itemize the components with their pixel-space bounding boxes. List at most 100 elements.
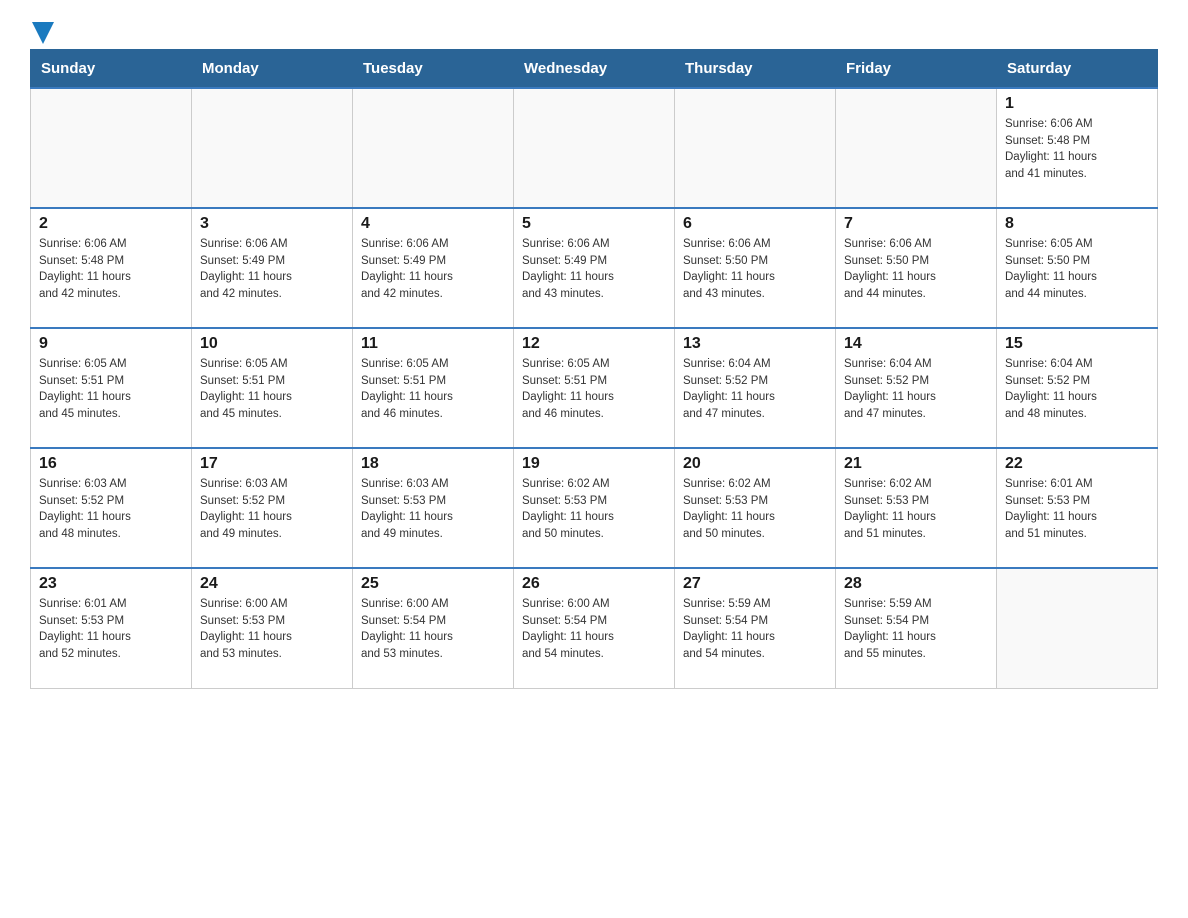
- calendar-cell: [514, 88, 675, 208]
- calendar-cell: [836, 88, 997, 208]
- day-number: 5: [522, 215, 666, 233]
- calendar-cell: 16Sunrise: 6:03 AM Sunset: 5:52 PM Dayli…: [31, 448, 192, 568]
- day-number: 7: [844, 215, 988, 233]
- day-number: 1: [1005, 95, 1149, 113]
- day-info: Sunrise: 6:00 AM Sunset: 5:54 PM Dayligh…: [522, 596, 666, 663]
- calendar-cell: 1 Sunrise: 6:06 AM Sunset: 5:48 PM Daylig…: [997, 88, 1158, 208]
- day-number: 25: [361, 575, 505, 593]
- calendar-cell: 12 Sunrise: 6:05 AM Sunset: 5:51 PM Dayli…: [514, 328, 675, 448]
- calendar-week-1: 1 Sunrise: 6:06 AM Sunset: 5:48 PM Daylig…: [31, 88, 1158, 208]
- day-number: 23: [39, 575, 183, 593]
- calendar-cell: 22 Sunrise: 6:01 AM Sunset: 5:53 PM Dayli…: [997, 448, 1158, 568]
- day-info: Sunrise: 6:04 AM Sunset: 5:52 PM Dayligh…: [1005, 356, 1149, 423]
- day-info: Sunrise: 6:02 AM Sunset: 5:53 PM Dayligh…: [522, 476, 666, 543]
- day-info: Sunrise: 6:03 AM Sunset: 5:53 PM Dayligh…: [361, 476, 505, 543]
- day-number: 22: [1005, 455, 1149, 473]
- day-info: Sunrise: 6:00 AM Sunset: 5:54 PM Dayligh…: [361, 596, 505, 663]
- calendar-body: 1 Sunrise: 6:06 AM Sunset: 5:48 PM Daylig…: [31, 88, 1158, 688]
- day-info: Sunrise: 6:00 AM Sunset: 5:53 PM Dayligh…: [200, 596, 344, 663]
- page-header: [30, 20, 1158, 39]
- header-wednesday: Wednesday: [514, 50, 675, 89]
- day-info: Sunrise: 6:05 AM Sunset: 5:51 PM Dayligh…: [361, 356, 505, 423]
- calendar-cell: 13 Sunrise: 6:04 AM Sunset: 5:52 PM Dayli…: [675, 328, 836, 448]
- calendar-cell: 10 Sunrise: 6:05 AM Sunset: 5:51 PM Dayli…: [192, 328, 353, 448]
- calendar-cell: 11 Sunrise: 6:05 AM Sunset: 5:51 PM Dayli…: [353, 328, 514, 448]
- calendar-cell: 18 Sunrise: 6:03 AM Sunset: 5:53 PM Dayli…: [353, 448, 514, 568]
- day-number: 15: [1005, 335, 1149, 353]
- day-number: 2: [39, 215, 183, 233]
- day-number: 20: [683, 455, 827, 473]
- day-info: Sunrise: 6:05 AM Sunset: 5:51 PM Dayligh…: [522, 356, 666, 423]
- logo: [30, 20, 54, 39]
- header-monday: Monday: [192, 50, 353, 89]
- calendar-cell: 9 Sunrise: 6:05 AM Sunset: 5:51 PM Daylig…: [31, 328, 192, 448]
- header-friday: Friday: [836, 50, 997, 89]
- day-number: 27: [683, 575, 827, 593]
- day-info: Sunrise: 6:04 AM Sunset: 5:52 PM Dayligh…: [683, 356, 827, 423]
- day-number: 10: [200, 335, 344, 353]
- day-info: Sunrise: 6:04 AM Sunset: 5:52 PM Dayligh…: [844, 356, 988, 423]
- day-number: 11: [361, 335, 505, 353]
- calendar-cell: 20 Sunrise: 6:02 AM Sunset: 5:53 PM Dayli…: [675, 448, 836, 568]
- day-info: Sunrise: 6:06 AM Sunset: 5:48 PM Dayligh…: [1005, 116, 1149, 183]
- day-number: 9: [39, 335, 183, 353]
- calendar-cell: 21Sunrise: 6:02 AM Sunset: 5:53 PM Dayli…: [836, 448, 997, 568]
- header-saturday: Saturday: [997, 50, 1158, 89]
- day-number: 4: [361, 215, 505, 233]
- day-number: 21: [844, 455, 988, 473]
- day-info: Sunrise: 5:59 AM Sunset: 5:54 PM Dayligh…: [844, 596, 988, 663]
- day-info: Sunrise: 6:06 AM Sunset: 5:50 PM Dayligh…: [683, 236, 827, 303]
- day-number: 14: [844, 335, 988, 353]
- day-info: Sunrise: 6:03 AM Sunset: 5:52 PM Dayligh…: [39, 476, 183, 543]
- day-info: Sunrise: 6:06 AM Sunset: 5:48 PM Dayligh…: [39, 236, 183, 303]
- header-sunday: Sunday: [31, 50, 192, 89]
- day-info: Sunrise: 6:06 AM Sunset: 5:49 PM Dayligh…: [522, 236, 666, 303]
- day-info: Sunrise: 6:01 AM Sunset: 5:53 PM Dayligh…: [1005, 476, 1149, 543]
- calendar-week-4: 16Sunrise: 6:03 AM Sunset: 5:52 PM Dayli…: [31, 448, 1158, 568]
- calendar-cell: 15 Sunrise: 6:04 AM Sunset: 5:52 PM Dayli…: [997, 328, 1158, 448]
- day-info: Sunrise: 6:06 AM Sunset: 5:49 PM Dayligh…: [200, 236, 344, 303]
- day-info: Sunrise: 6:05 AM Sunset: 5:50 PM Dayligh…: [1005, 236, 1149, 303]
- calendar-week-3: 9 Sunrise: 6:05 AM Sunset: 5:51 PM Daylig…: [31, 328, 1158, 448]
- header-thursday: Thursday: [675, 50, 836, 89]
- day-number: 17: [200, 455, 344, 473]
- day-info: Sunrise: 6:06 AM Sunset: 5:49 PM Dayligh…: [361, 236, 505, 303]
- calendar-cell: 28Sunrise: 5:59 AM Sunset: 5:54 PM Dayli…: [836, 568, 997, 688]
- calendar-cell: 23 Sunrise: 6:01 AM Sunset: 5:53 PM Dayli…: [31, 568, 192, 688]
- day-info: Sunrise: 6:01 AM Sunset: 5:53 PM Dayligh…: [39, 596, 183, 663]
- day-number: 13: [683, 335, 827, 353]
- calendar-cell: 26 Sunrise: 6:00 AM Sunset: 5:54 PM Dayli…: [514, 568, 675, 688]
- calendar-cell: 4 Sunrise: 6:06 AM Sunset: 5:49 PM Daylig…: [353, 208, 514, 328]
- calendar-cell: 6 Sunrise: 6:06 AM Sunset: 5:50 PM Daylig…: [675, 208, 836, 328]
- day-info: Sunrise: 5:59 AM Sunset: 5:54 PM Dayligh…: [683, 596, 827, 663]
- calendar-cell: 27 Sunrise: 5:59 AM Sunset: 5:54 PM Dayli…: [675, 568, 836, 688]
- calendar-table: SundayMondayTuesdayWednesdayThursdayFrid…: [30, 49, 1158, 689]
- day-number: 6: [683, 215, 827, 233]
- day-info: Sunrise: 6:03 AM Sunset: 5:52 PM Dayligh…: [200, 476, 344, 543]
- calendar-cell: [353, 88, 514, 208]
- day-number: 19: [522, 455, 666, 473]
- day-number: 12: [522, 335, 666, 353]
- day-number: 24: [200, 575, 344, 593]
- calendar-cell: 14 Sunrise: 6:04 AM Sunset: 5:52 PM Dayli…: [836, 328, 997, 448]
- day-number: 3: [200, 215, 344, 233]
- day-info: Sunrise: 6:05 AM Sunset: 5:51 PM Dayligh…: [200, 356, 344, 423]
- calendar-cell: 25 Sunrise: 6:00 AM Sunset: 5:54 PM Dayli…: [353, 568, 514, 688]
- calendar-cell: 17 Sunrise: 6:03 AM Sunset: 5:52 PM Dayli…: [192, 448, 353, 568]
- day-info: Sunrise: 6:02 AM Sunset: 5:53 PM Dayligh…: [683, 476, 827, 543]
- calendar-header: SundayMondayTuesdayWednesdayThursdayFrid…: [31, 50, 1158, 89]
- calendar-cell: 7Sunrise: 6:06 AM Sunset: 5:50 PM Daylig…: [836, 208, 997, 328]
- day-info: Sunrise: 6:05 AM Sunset: 5:51 PM Dayligh…: [39, 356, 183, 423]
- day-number: 26: [522, 575, 666, 593]
- header-tuesday: Tuesday: [353, 50, 514, 89]
- calendar-cell: [997, 568, 1158, 688]
- calendar-header-row: SundayMondayTuesdayWednesdayThursdayFrid…: [31, 50, 1158, 89]
- calendar-cell: [675, 88, 836, 208]
- day-number: 18: [361, 455, 505, 473]
- calendar-week-5: 23 Sunrise: 6:01 AM Sunset: 5:53 PM Dayli…: [31, 568, 1158, 688]
- calendar-cell: [192, 88, 353, 208]
- calendar-cell: 5 Sunrise: 6:06 AM Sunset: 5:49 PM Daylig…: [514, 208, 675, 328]
- calendar-cell: 19 Sunrise: 6:02 AM Sunset: 5:53 PM Dayli…: [514, 448, 675, 568]
- calendar-week-2: 2 Sunrise: 6:06 AM Sunset: 5:48 PM Daylig…: [31, 208, 1158, 328]
- calendar-cell: 3 Sunrise: 6:06 AM Sunset: 5:49 PM Daylig…: [192, 208, 353, 328]
